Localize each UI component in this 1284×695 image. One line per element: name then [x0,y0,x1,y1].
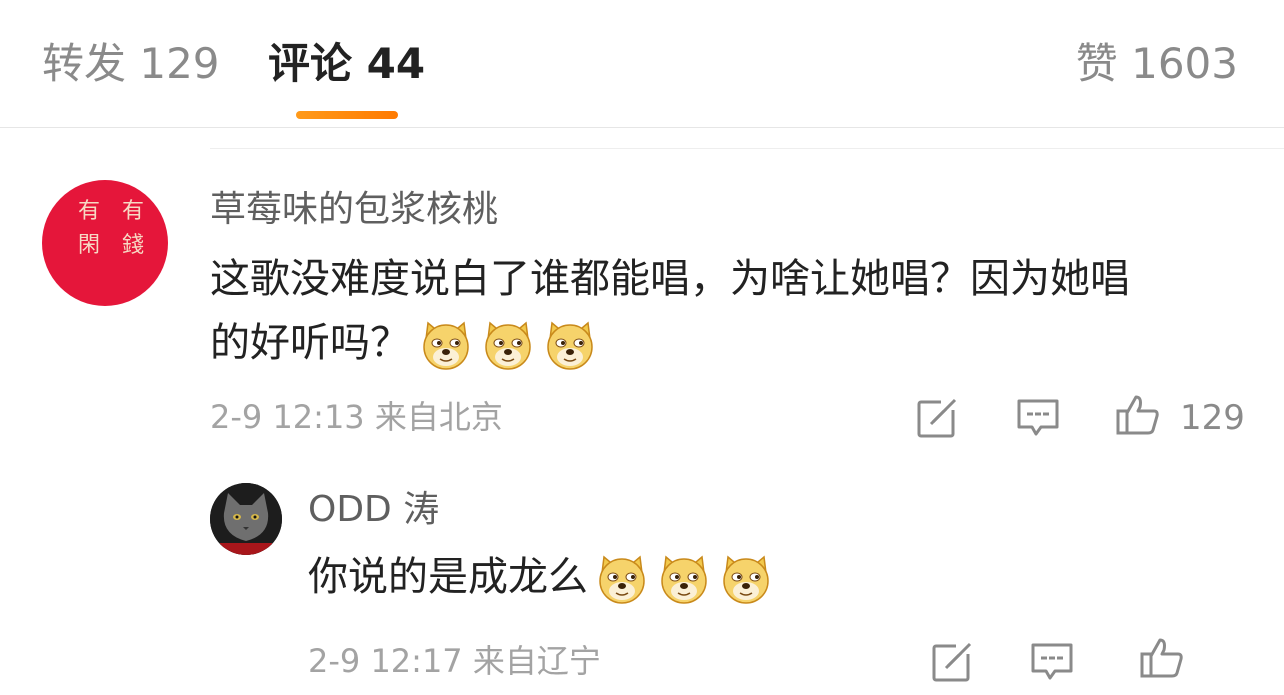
like-icon[interactable] [1140,636,1184,680]
reply-location: 来自辽宁 [472,642,601,680]
cat-avatar-icon [210,483,282,555]
share-icon[interactable] [915,396,959,440]
reply-avatar[interactable] [210,483,282,555]
reply-username[interactable]: ODD 涛 [308,488,439,532]
avatar[interactable]: 有 有 閑 錢 [42,180,168,306]
tab-likes[interactable]: 赞 1603 [1076,38,1238,90]
reply-text-row: 你说的是成龙么 [308,546,772,608]
doge-emoji-icon [420,319,472,371]
tab-comments[interactable]: 评论 44 [268,38,425,90]
avatar-seal-char: 閑 [78,233,101,258]
active-tab-indicator [296,111,398,119]
divider [210,148,1284,149]
reply-meta: 2-9 12:17 来自辽宁 [308,641,601,681]
reply-time: 2-9 12:17 [308,642,463,680]
reply-text: 你说的是成龙么 [308,554,588,600]
doge-emoji-icon [596,553,648,605]
reply-icon[interactable] [1016,396,1060,440]
doge-emoji-icon [482,319,534,371]
like-icon[interactable] [1116,393,1160,437]
doge-emoji-icon [720,553,772,605]
doge-emoji-icon [658,553,710,605]
comment-username[interactable]: 草莓味的包浆核桃 [210,188,498,232]
comment-text-line2-row: 的好听吗？ [210,312,596,374]
tab-repost[interactable]: 转发 129 [42,38,220,90]
like-count: 129 [1180,398,1245,438]
comment-time: 2-9 12:13 [210,398,365,436]
comment-text-line1: 这歌没难度说白了谁都能唱，为啥让她唱？因为她唱 [210,256,1130,302]
comment-meta: 2-9 12:13 来自北京 [210,397,503,437]
avatar-seal-char: 有 [122,199,145,224]
reply-icon[interactable] [1030,640,1074,684]
avatar-seal-char: 錢 [122,233,145,258]
doge-emoji-icon [544,319,596,371]
tab-bar: 转发 129 评论 44 赞 1603 [0,0,1284,128]
comment-location: 来自北京 [374,398,503,436]
comment-text-line2: 的好听吗？ [210,320,410,366]
share-icon[interactable] [930,640,974,684]
avatar-seal-char: 有 [78,199,101,224]
